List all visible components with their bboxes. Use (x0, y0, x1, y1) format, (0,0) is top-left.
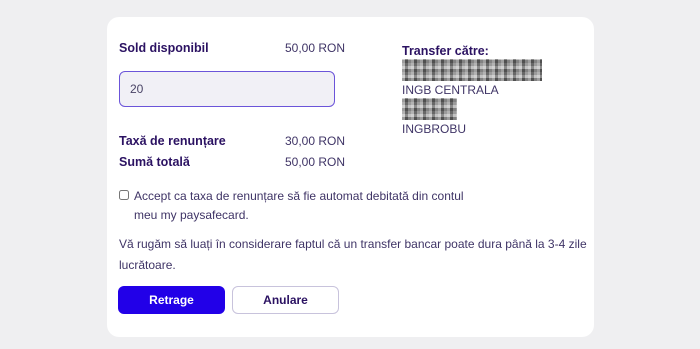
transfer-to-label: Transfer către: (402, 44, 489, 58)
redacted-iban (402, 98, 457, 120)
cancel-button[interactable]: Anulare (232, 286, 339, 314)
consent-text-line1: Accept ca taxa de renunțare să fie autom… (134, 189, 464, 203)
fee-label: Taxă de renunțare (119, 134, 226, 148)
consent-text-line2: meu my paysafecard. (134, 208, 249, 222)
withdraw-button[interactable]: Retrage (118, 286, 225, 314)
total-label: Sumă totală (119, 155, 190, 169)
amount-input[interactable] (119, 71, 335, 107)
transfer-notice-line1: Vă rugăm să luați în considerare faptul … (119, 237, 587, 251)
bank-bic: INGBROBU (402, 122, 467, 136)
available-balance-value: 50,00 RON (285, 41, 346, 55)
available-balance-label: Sold disponibil (119, 41, 209, 55)
consent-checkbox[interactable] (119, 190, 129, 200)
total-value: 50,00 RON (285, 155, 346, 169)
redacted-account-holder (402, 59, 542, 81)
transfer-notice-line2: lucrătoare. (119, 258, 176, 272)
fee-value: 30,00 RON (285, 134, 346, 148)
bank-name: INGB CENTRALA (402, 83, 499, 97)
withdraw-card: Sold disponibil 50,00 RON Taxă de renunț… (107, 17, 594, 337)
